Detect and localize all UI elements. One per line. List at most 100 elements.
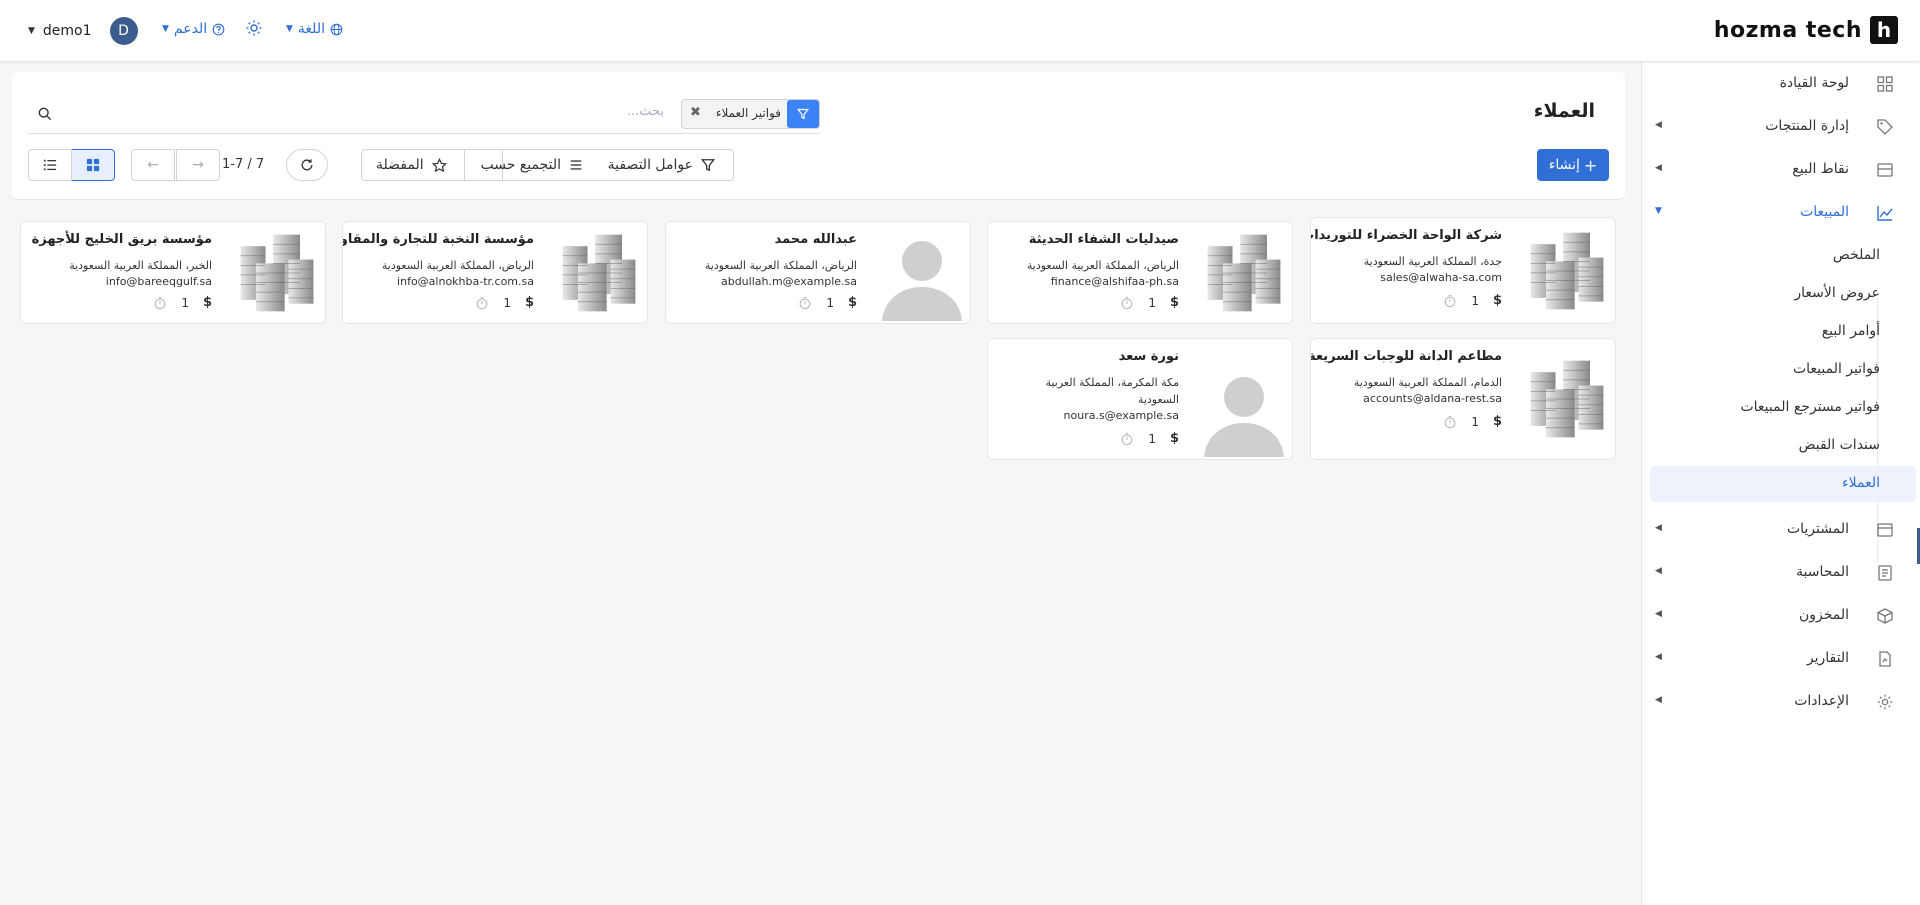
- language-label: اللغة: [297, 21, 325, 37]
- support-label: الدعم: [173, 21, 208, 37]
- customer-name: صيدليات الشفاء الحديثة: [1028, 232, 1179, 247]
- customer-email: abdullah.m@example.sa: [720, 275, 857, 288]
- sidebar-sub-receipts[interactable]: سندات القبض: [1641, 428, 1920, 464]
- customer-card[interactable]: عبدالله محمد الرياض، المملكة العربية الس…: [665, 221, 971, 324]
- sidebar-item-accounting[interactable]: ◀ المحاسبة: [1641, 553, 1920, 593]
- customer-email: noura.s@example.sa: [1063, 409, 1179, 422]
- avatar[interactable]: D: [109, 17, 138, 45]
- sidebar-item-sales[interactable]: ▼ المبيعات: [1641, 193, 1920, 233]
- sidebar-item-label: نقاط البيع: [1792, 161, 1849, 177]
- customer-card[interactable]: مؤسسة بريق الخليج للأجهزة الخبر، المملكة…: [20, 221, 326, 324]
- card-meta: 1 $: [475, 295, 534, 310]
- customer-card[interactable]: نورة سعد مكة المكرمة، المملكة العربية ال…: [987, 338, 1293, 460]
- search-input[interactable]: [244, 104, 664, 119]
- invoice-count: 1: [1471, 293, 1479, 308]
- brand-logo[interactable]: hozma tech h: [1714, 16, 1898, 44]
- favorites-label: المفضلة: [376, 157, 424, 173]
- stopwatch-icon[interactable]: [1120, 432, 1134, 446]
- sidebar-sub-sales-invoices[interactable]: فواتير المبيعات: [1641, 352, 1920, 388]
- dollar-icon: $: [1492, 293, 1502, 308]
- close-icon[interactable]: ✖: [690, 105, 701, 120]
- chart-line-icon: [1877, 206, 1893, 221]
- kanban-view-button[interactable]: [71, 149, 115, 181]
- card-meta: 1 $: [153, 295, 212, 310]
- prev-page-button[interactable]: ←: [131, 149, 175, 181]
- filter-icon: [701, 159, 715, 172]
- stopwatch-icon[interactable]: [798, 296, 812, 310]
- filter-facet[interactable]: فواتير العملاء ✖: [681, 99, 820, 129]
- user-menu[interactable]: ▼ demo1 D: [28, 17, 138, 45]
- group-by-button[interactable]: التجميع حسب: [480, 150, 583, 180]
- sidebar-item-dashboard[interactable]: لوحة القيادة: [1641, 64, 1920, 104]
- sidebar-item-purchases[interactable]: ◀ المشتريات: [1641, 510, 1920, 550]
- report-icon: [1879, 651, 1891, 667]
- favorites-button[interactable]: المفضلة: [376, 150, 447, 180]
- sidebar-sub-summary[interactable]: الملخص: [1641, 238, 1920, 274]
- list-view-button[interactable]: [28, 149, 72, 181]
- company-image: [229, 222, 325, 323]
- list-lines-icon: [570, 160, 582, 170]
- sidebar-sub-label: أوامر البيع: [1821, 323, 1880, 339]
- customer-email: info@alnokhba-tr.com.sa: [397, 275, 534, 288]
- caret-left-icon: ◀: [1655, 652, 1662, 662]
- sidebar-item-label: المبيعات: [1800, 204, 1849, 220]
- filters-button[interactable]: عوامل التصفية: [608, 150, 715, 180]
- customer-email: info@bareeqgulf.sa: [105, 275, 212, 288]
- company-image: [1519, 218, 1615, 323]
- sidebar-item-inventory[interactable]: ◀ المخزون: [1641, 596, 1920, 636]
- stopwatch-icon[interactable]: [1443, 294, 1457, 308]
- dashboard-icon: [1877, 76, 1893, 92]
- caret-left-icon: ◀: [1655, 609, 1662, 619]
- globe-icon: [330, 23, 343, 35]
- plus-icon: +: [1583, 155, 1598, 175]
- stopwatch-icon[interactable]: [1120, 296, 1134, 310]
- sidebar-item-pos[interactable]: ◀ نقاط البيع: [1641, 150, 1920, 190]
- caret-left-icon: ◀: [1655, 120, 1662, 130]
- sidebar-item-reports[interactable]: ◀ التقارير: [1641, 639, 1920, 679]
- customer-card[interactable]: شركة الواحة الخضراء للتوريدات جدة، الممل…: [1310, 217, 1616, 324]
- sidebar-item-label: التقارير: [1806, 650, 1849, 666]
- page-title: العملاء: [1533, 100, 1595, 122]
- sidebar-item-label: إدارة المنتجات: [1765, 118, 1849, 134]
- card-meta: 1 $: [1443, 414, 1502, 429]
- theme-toggle[interactable]: [246, 20, 262, 40]
- sidebar-sub-sales-orders[interactable]: أوامر البيع: [1641, 314, 1920, 350]
- customer-card[interactable]: صيدليات الشفاء الحديثة الرياض، المملكة ا…: [987, 221, 1293, 324]
- chevron-down-icon: ▼: [28, 26, 35, 36]
- company-image: [551, 222, 647, 323]
- search-options: عوامل التصفية التجميع حسب المفضلة: [361, 149, 734, 181]
- filter-icon: [787, 100, 819, 128]
- customer-card[interactable]: مطاعم الدانة للوجبات السريعة الدمام، الم…: [1310, 338, 1616, 460]
- grid-icon: [86, 158, 100, 172]
- refresh-button[interactable]: [286, 149, 328, 181]
- sidebar-sub-refund-invoices[interactable]: فواتير مسترجع المبيعات: [1641, 390, 1920, 426]
- dollar-icon: $: [1169, 295, 1179, 310]
- sidebar-sub-label: فواتير المبيعات: [1792, 361, 1880, 377]
- customer-name: مؤسسة النخبة للتجارة والمقاولات: [343, 232, 534, 247]
- stopwatch-icon[interactable]: [475, 296, 489, 310]
- sidebar-sub-customers[interactable]: العملاء: [1650, 466, 1916, 502]
- invoice-count: 1: [1148, 431, 1156, 446]
- company-image: [1196, 222, 1292, 323]
- sidebar-sub-label: الملخص: [1832, 247, 1880, 263]
- sidebar-item-label: المحاسبة: [1795, 564, 1849, 580]
- language-menu[interactable]: ▼ اللغة: [286, 21, 343, 37]
- pager-value[interactable]: 1-7 / 7: [222, 157, 264, 172]
- card-meta: 1 $: [798, 295, 857, 310]
- stopwatch-icon[interactable]: [1443, 415, 1457, 429]
- customer-card[interactable]: مؤسسة النخبة للتجارة والمقاولات الرياض، …: [342, 221, 648, 324]
- sidebar-sub-label: سندات القبض: [1798, 437, 1880, 453]
- next-page-button[interactable]: →: [176, 149, 220, 181]
- sidebar-item-settings[interactable]: ◀ الإعدادات: [1641, 682, 1920, 722]
- sidebar-sub-quotations[interactable]: عروض الأسعار: [1641, 276, 1920, 312]
- support-menu[interactable]: ▼ الدعم: [162, 21, 225, 37]
- dollar-icon: $: [1169, 431, 1179, 446]
- sidebar-item-products[interactable]: ◀ إدارة المنتجات: [1641, 107, 1920, 147]
- stopwatch-icon[interactable]: [153, 296, 167, 310]
- customer-email: accounts@aldana-rest.sa: [1363, 392, 1502, 405]
- arrow-right-icon: →: [192, 157, 204, 173]
- search-icon[interactable]: [38, 107, 52, 121]
- caret-left-icon: ◀: [1655, 163, 1662, 173]
- arrow-left-icon: ←: [147, 157, 159, 173]
- create-button[interactable]: + إنشاء: [1537, 149, 1609, 181]
